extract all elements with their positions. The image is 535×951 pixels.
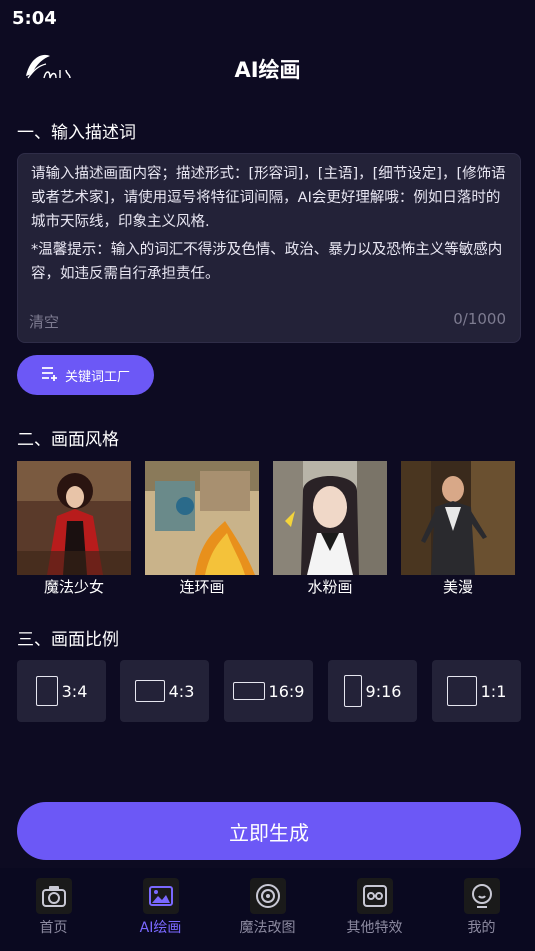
nav-label: AI绘画 xyxy=(139,920,182,936)
ratio-option-1-1[interactable]: 1:1 xyxy=(432,660,521,722)
nav-label: 我的 xyxy=(467,920,496,936)
ratio-list: 3:4 4:3 16:9 9:16 1:1 xyxy=(17,660,535,722)
ratio-tall-icon xyxy=(343,675,362,707)
ratio-option-3-4[interactable]: 3:4 xyxy=(17,660,106,722)
picture-icon xyxy=(142,878,179,914)
app-header: AI绘画 xyxy=(0,44,535,92)
status-time: 5:04 xyxy=(12,8,57,29)
section-title-style: 二、画面风格 xyxy=(17,430,119,450)
style-option-magic-girl[interactable]: 魔法少女 xyxy=(17,461,131,597)
prompt-placeholder-text: 请输入描述画面内容；描述形式：[形容词]，[主语]，[细节设定]，[修饰语或者艺… xyxy=(31,166,506,230)
nav-item-home[interactable]: 首页 xyxy=(0,868,107,951)
ratio-label: 16:9 xyxy=(268,681,305,701)
style-label: 美漫 xyxy=(442,578,473,596)
style-label: 水粉画 xyxy=(307,578,353,596)
ratio-label: 1:1 xyxy=(480,681,507,701)
list-add-icon xyxy=(41,365,59,385)
prompt-placeholder: 请输入描述画面内容；描述形式：[形容词]，[主语]，[细节设定]，[修饰语或者艺… xyxy=(31,162,511,286)
style-option-comic-strip[interactable]: 连环画 xyxy=(145,461,259,597)
prompt-input[interactable]: 请输入描述画面内容；描述形式：[形容词]，[主语]，[细节设定]，[修饰语或者艺… xyxy=(17,153,521,343)
nav-label: 其他特效 xyxy=(346,920,403,936)
ratio-option-4-3[interactable]: 4:3 xyxy=(120,660,209,722)
magic-girl-thumbnail xyxy=(17,461,131,575)
effects-icon xyxy=(356,878,393,914)
style-label: 魔法少女 xyxy=(43,578,104,596)
generate-button[interactable]: 立即生成 xyxy=(17,802,521,860)
ratio-square-icon xyxy=(446,676,477,706)
nav-label: 魔法改图 xyxy=(239,920,296,936)
target-icon xyxy=(249,878,286,914)
section-title-prompt: 一、输入描述词 xyxy=(17,123,136,143)
ratio-label: 9:16 xyxy=(365,681,402,701)
ratio-option-16-9[interactable]: 16:9 xyxy=(224,660,313,722)
prompt-warning-tip: *温馨提示：输入的词汇不得涉及色情、政治、暴力以及恐怖主义等敏感内容，如违反需自… xyxy=(31,242,503,282)
status-bar: 5:04 xyxy=(0,0,535,36)
gouache-thumbnail xyxy=(273,461,387,575)
char-counter: 0/1000 xyxy=(453,310,506,328)
style-list: 魔法少女 连环画 水粉画 美漫 xyxy=(17,461,535,601)
keyword-factory-label: 关键词工厂 xyxy=(64,369,130,385)
nav-item-effects[interactable]: 其他特效 xyxy=(321,868,428,951)
clear-button[interactable]: 清空 xyxy=(29,311,59,332)
ratio-option-9-16[interactable]: 9:16 xyxy=(328,660,417,722)
style-option-american-comic[interactable]: 美漫 xyxy=(401,461,515,597)
page-title: AI绘画 xyxy=(234,58,301,82)
ratio-portrait-icon xyxy=(35,676,58,706)
ratio-landscape-icon xyxy=(134,680,165,702)
american-comic-thumbnail xyxy=(401,461,515,575)
nav-item-profile[interactable]: 我的 xyxy=(428,868,535,951)
camera-icon xyxy=(35,878,72,914)
profile-icon xyxy=(463,878,500,914)
nav-item-ai-painting[interactable]: AI绘画 xyxy=(107,868,214,951)
ratio-label: 4:3 xyxy=(168,681,195,701)
ratio-wide-icon xyxy=(232,682,265,700)
nav-label: 首页 xyxy=(39,920,68,936)
ratio-label: 3:4 xyxy=(61,681,88,701)
nav-item-magic-edit[interactable]: 魔法改图 xyxy=(214,868,321,951)
style-option-gouache[interactable]: 水粉画 xyxy=(273,461,387,597)
keyword-factory-button[interactable]: 关键词工厂 xyxy=(17,355,154,395)
section-title-ratio: 三、画面比例 xyxy=(17,630,119,650)
style-label: 连环画 xyxy=(179,578,225,596)
comic-strip-thumbnail xyxy=(145,461,259,575)
bottom-nav: 首页 AI绘画 魔法改图 其他特效 我的 xyxy=(0,868,535,951)
